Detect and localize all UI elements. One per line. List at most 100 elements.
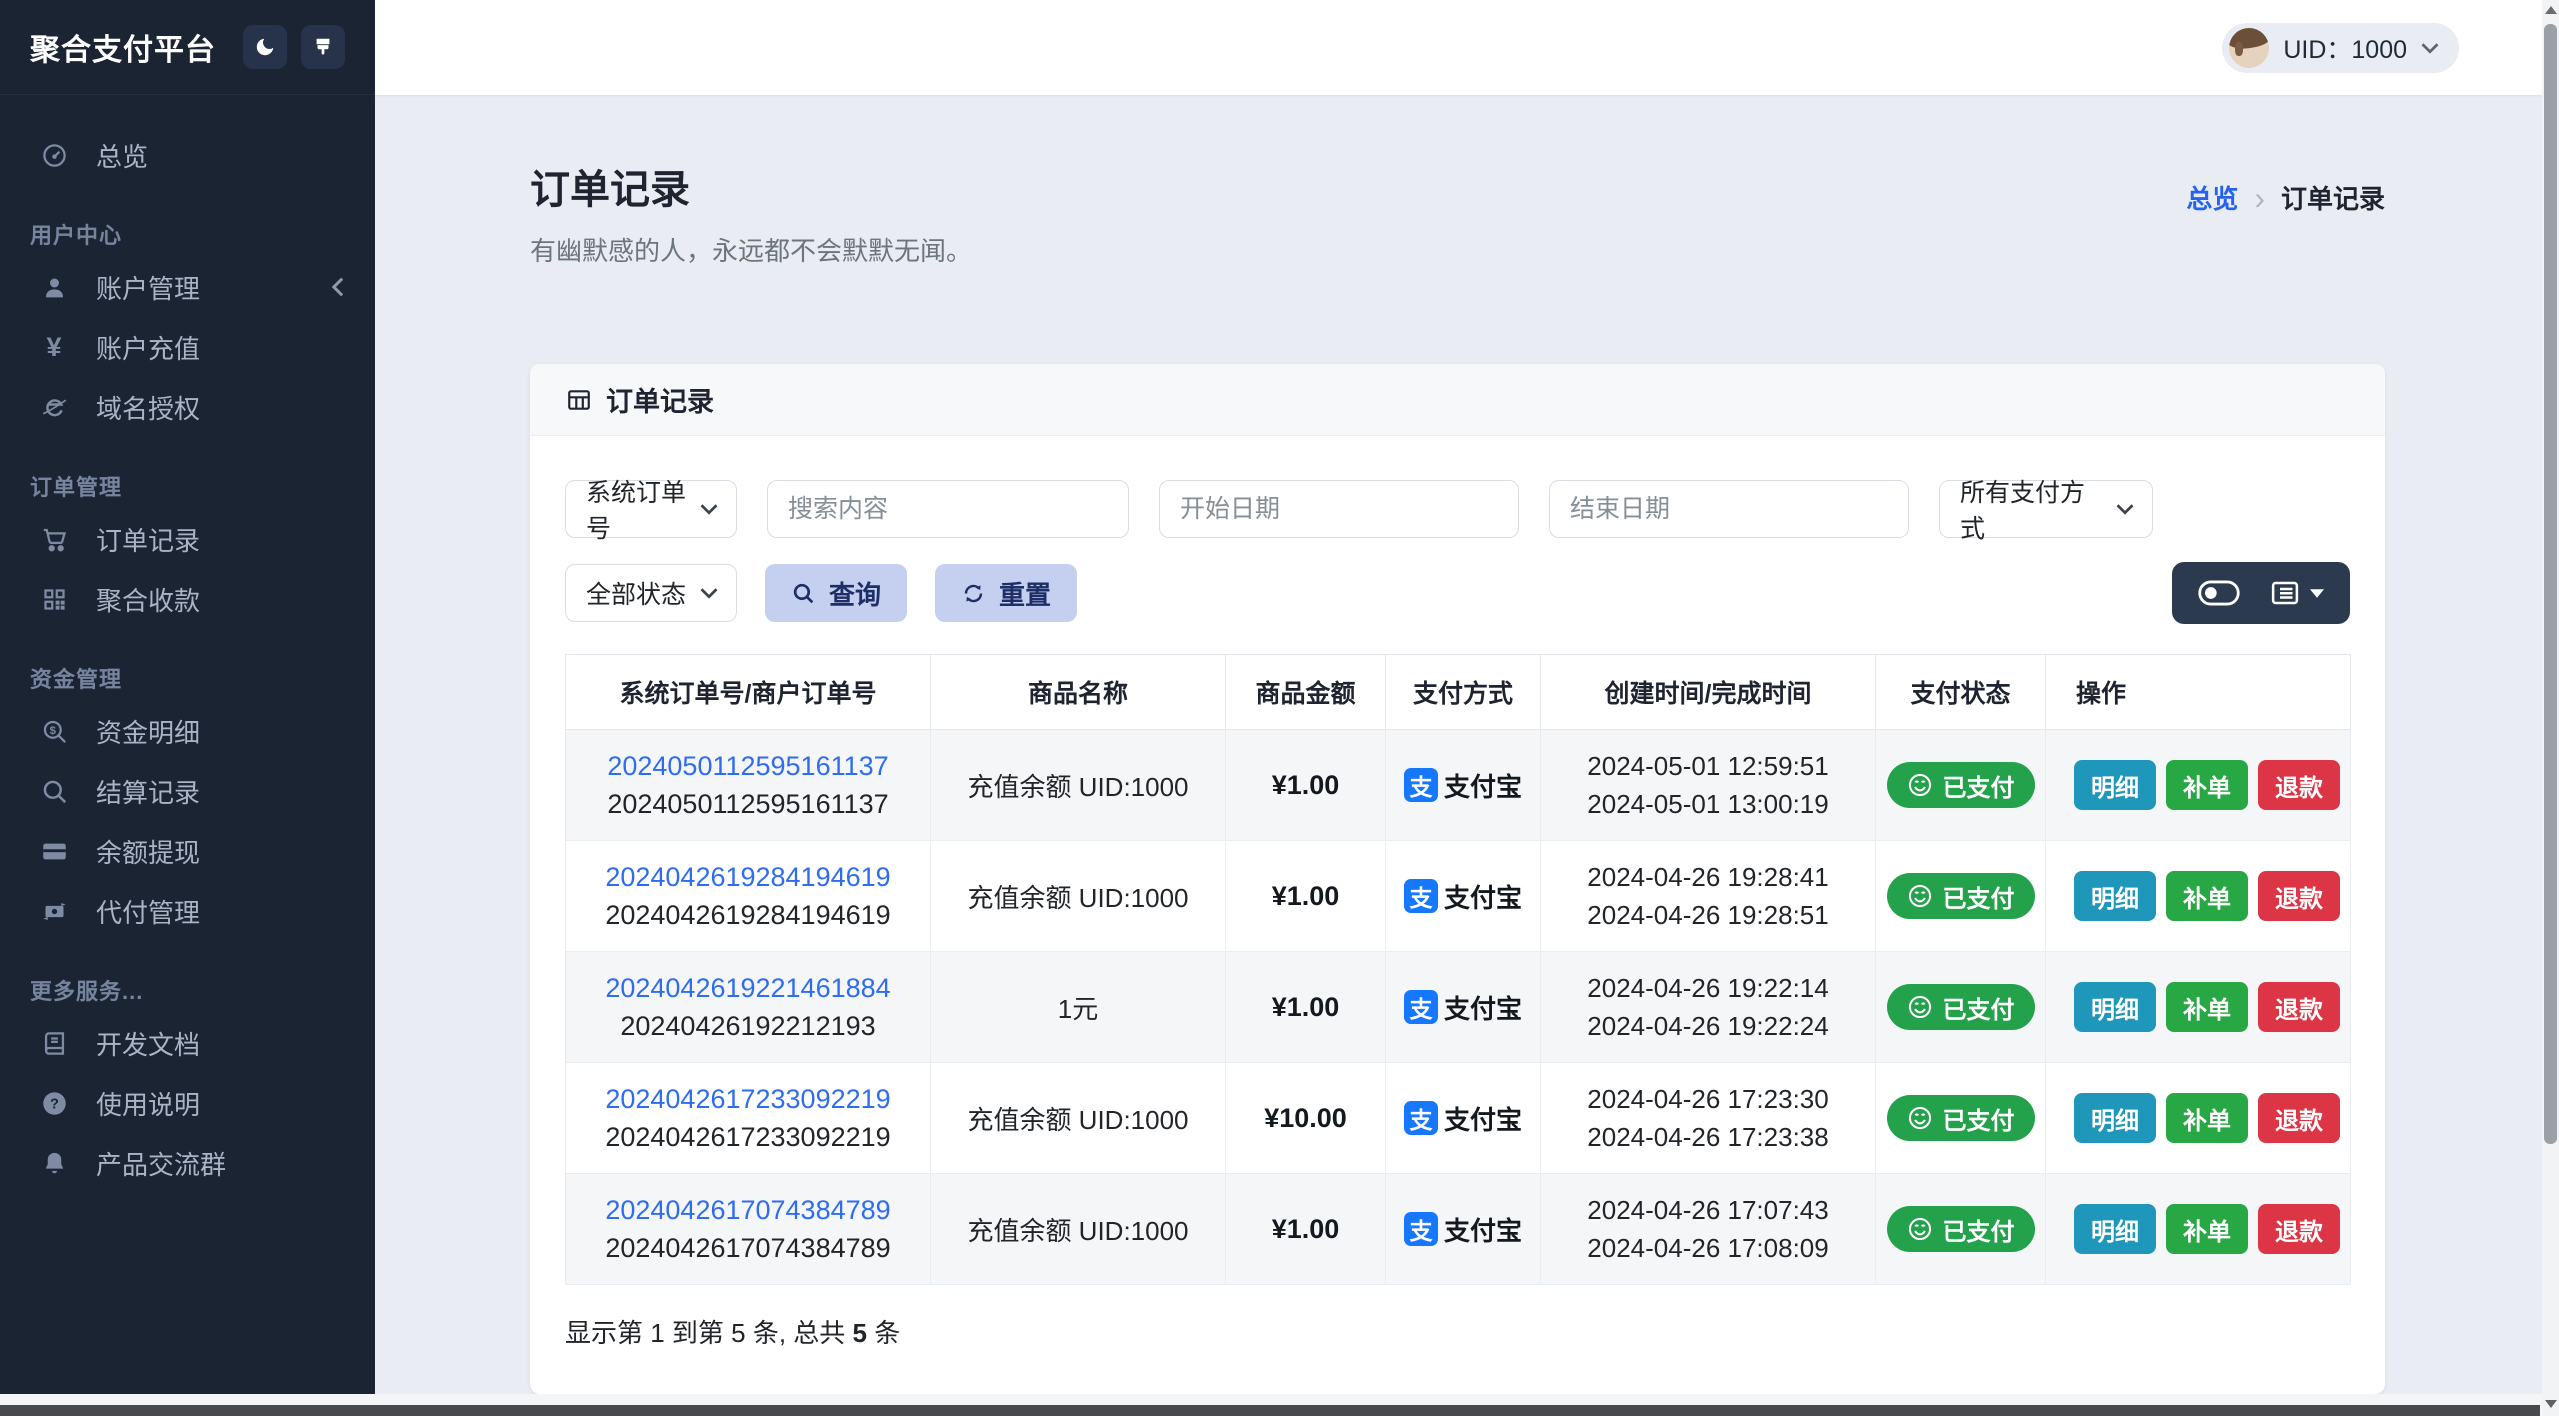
sidebar-item-settlement-records[interactable]: 结算记录 [0, 761, 375, 821]
reset-button[interactable]: 重置 [935, 564, 1078, 622]
sidebar-item-funds-detail[interactable]: $ 资金明细 [0, 701, 375, 761]
sidebar-item-account-management[interactable]: 账户管理 [0, 257, 375, 317]
list-icon [2270, 578, 2300, 608]
detail-button[interactable]: 明细 [2074, 982, 2156, 1032]
reorder-button[interactable]: 补单 [2166, 982, 2248, 1032]
merchant-order-number: 2024050112595161137 [607, 789, 889, 819]
sidebar-item-domain-authorization[interactable]: 域名授权 [0, 377, 375, 437]
system-order-link[interactable]: 2024042619284194619 [574, 858, 922, 896]
completed-time: 2024-04-26 19:22:24 [1587, 1011, 1829, 1041]
payment-method: 支支付宝 [1403, 989, 1522, 1026]
search-icon [38, 775, 70, 807]
scroll-down-arrow[interactable] [2542, 1394, 2559, 1414]
vertical-scrollbar-thumb[interactable] [2544, 24, 2557, 1144]
smile-icon [1907, 1216, 1933, 1242]
gauge-icon [38, 139, 70, 171]
search-type-select[interactable]: 系统订单号 [565, 479, 737, 543]
toggle-view-button[interactable] [2198, 580, 2240, 606]
uid-label: UID：1000 [2283, 35, 2407, 64]
system-order-link[interactable]: 2024042617074384789 [574, 1191, 922, 1229]
sidebar-item-balance-withdrawal[interactable]: 余额提现 [0, 821, 375, 881]
sidebar-item-usage-guide[interactable]: ? 使用说明 [0, 1073, 375, 1133]
sidebar-section-label: 资金管理 [30, 667, 123, 692]
system-order-link[interactable]: 2024050112595161137 [574, 747, 922, 785]
status-label: 已支付 [1942, 774, 2015, 802]
completed-time: 2024-04-26 17:23:38 [1587, 1122, 1829, 1152]
detail-button[interactable]: 明细 [2074, 871, 2156, 921]
sidebar-item-label: 余额提现 [96, 837, 201, 868]
refund-button[interactable]: 退款 [2258, 760, 2340, 810]
sidebar-item-payout-management[interactable]: 代付管理 [0, 881, 375, 941]
card-header: 订单记录 [530, 364, 2385, 436]
reorder-button[interactable]: 补单 [2166, 871, 2248, 921]
bell-icon [38, 1147, 70, 1179]
product-name: 1元 [930, 951, 1226, 1063]
product-amount: ¥1.00 [1271, 1213, 1340, 1244]
card-body: 系统订单号 所有支付方式 [530, 436, 2385, 1394]
theme-button[interactable] [301, 25, 345, 69]
card-icon [38, 835, 70, 867]
alipay-icon: 支 [1403, 1212, 1438, 1246]
columns-button[interactable] [2270, 578, 2324, 608]
horizontal-scrollbar-thumb[interactable] [0, 1405, 2540, 1416]
query-button[interactable]: 查询 [765, 564, 908, 622]
sidebar-item-product-chat-group[interactable]: 产品交流群 [0, 1133, 375, 1193]
breadcrumb-overview-link[interactable]: 总览 [2186, 179, 2238, 216]
status-badge: 已支付 [1886, 984, 2035, 1030]
sidebar-item-order-records[interactable]: 订单记录 [0, 509, 375, 569]
payment-method-label: 支付宝 [1443, 993, 1522, 1024]
dark-mode-button[interactable] [243, 25, 287, 69]
completed-time: 2024-04-26 19:28:51 [1587, 900, 1829, 930]
sidebar-section-label: 用户中心 [30, 223, 123, 248]
search-input[interactable] [767, 480, 1129, 538]
pay-method-select[interactable]: 所有支付方式 [1939, 479, 2153, 543]
payment-method-label: 支付宝 [1443, 1104, 1522, 1135]
product-name: 充值余额 UID:1000 [930, 1173, 1226, 1285]
detail-button[interactable]: 明细 [2074, 760, 2156, 810]
system-order-link[interactable]: 2024042617233092219 [574, 1080, 922, 1118]
chevron-down-icon [2116, 503, 2134, 515]
reorder-button[interactable]: 补单 [2166, 1204, 2248, 1254]
completed-time: 2024-05-01 13:00:19 [1587, 789, 1829, 819]
sidebar-item-account-recharge[interactable]: ¥ 账户充值 [0, 317, 375, 377]
refund-button[interactable]: 退款 [2258, 982, 2340, 1032]
sidebar-item-aggregate-collection[interactable]: 聚合收款 [0, 569, 375, 629]
status-select[interactable]: 全部状态 [565, 564, 737, 622]
reorder-button[interactable]: 补单 [2166, 1093, 2248, 1143]
user-menu[interactable]: UID：1000 [2222, 22, 2459, 73]
refund-button[interactable]: 退款 [2258, 1204, 2340, 1254]
product-amount: ¥10.00 [1264, 1102, 1347, 1133]
sidebar-nav: 总览 用户中心 账户管理 ¥ 账户充值 域名授权 订单管理 订单记录 聚合收款 资金管理 $ 资金明细… [0, 95, 375, 1193]
card-title: 订单记录 [606, 387, 714, 417]
sidebar-item-dev-docs[interactable]: 开发文档 [0, 1013, 375, 1073]
chevron-right-icon: › [2254, 179, 2265, 216]
yen-icon: ¥ [46, 331, 62, 362]
book-icon [38, 1027, 70, 1059]
sidebar-header: 聚合支付平台 [0, 0, 375, 95]
start-date-input[interactable] [1159, 480, 1519, 538]
reorder-button[interactable]: 补单 [2166, 760, 2248, 810]
vertical-scrollbar [2542, 0, 2559, 1416]
sidebar-header-actions [243, 25, 345, 69]
refresh-icon [961, 581, 986, 606]
status-label: 已支付 [1942, 1218, 2015, 1246]
smile-icon [1907, 994, 1933, 1020]
column-header: 操作 [2045, 654, 2351, 730]
table-row: 2024042619284194619 2024042619284194619 充值… [565, 840, 2351, 952]
detail-button[interactable]: 明细 [2074, 1204, 2156, 1254]
refund-button[interactable]: 退款 [2258, 871, 2340, 921]
system-order-link[interactable]: 2024042619221461884 [574, 969, 922, 1007]
payment-method: 支支付宝 [1403, 878, 1522, 915]
column-header: 商品名称 [930, 654, 1226, 730]
status-value: 全部状态 [586, 581, 687, 609]
scroll-up-arrow[interactable] [2542, 0, 2559, 20]
refund-button[interactable]: 退款 [2258, 1093, 2340, 1143]
sidebar-item-overview[interactable]: 总览 [0, 125, 375, 185]
created-time: 2024-05-01 12:59:51 [1587, 751, 1829, 781]
sidebar-item-label: 开发文档 [96, 1029, 201, 1060]
detail-button[interactable]: 明细 [2074, 1093, 2156, 1143]
end-date-input[interactable] [1549, 480, 1909, 538]
cart-icon [38, 523, 70, 555]
alipay-icon: 支 [1403, 879, 1438, 913]
user-icon [38, 271, 70, 303]
